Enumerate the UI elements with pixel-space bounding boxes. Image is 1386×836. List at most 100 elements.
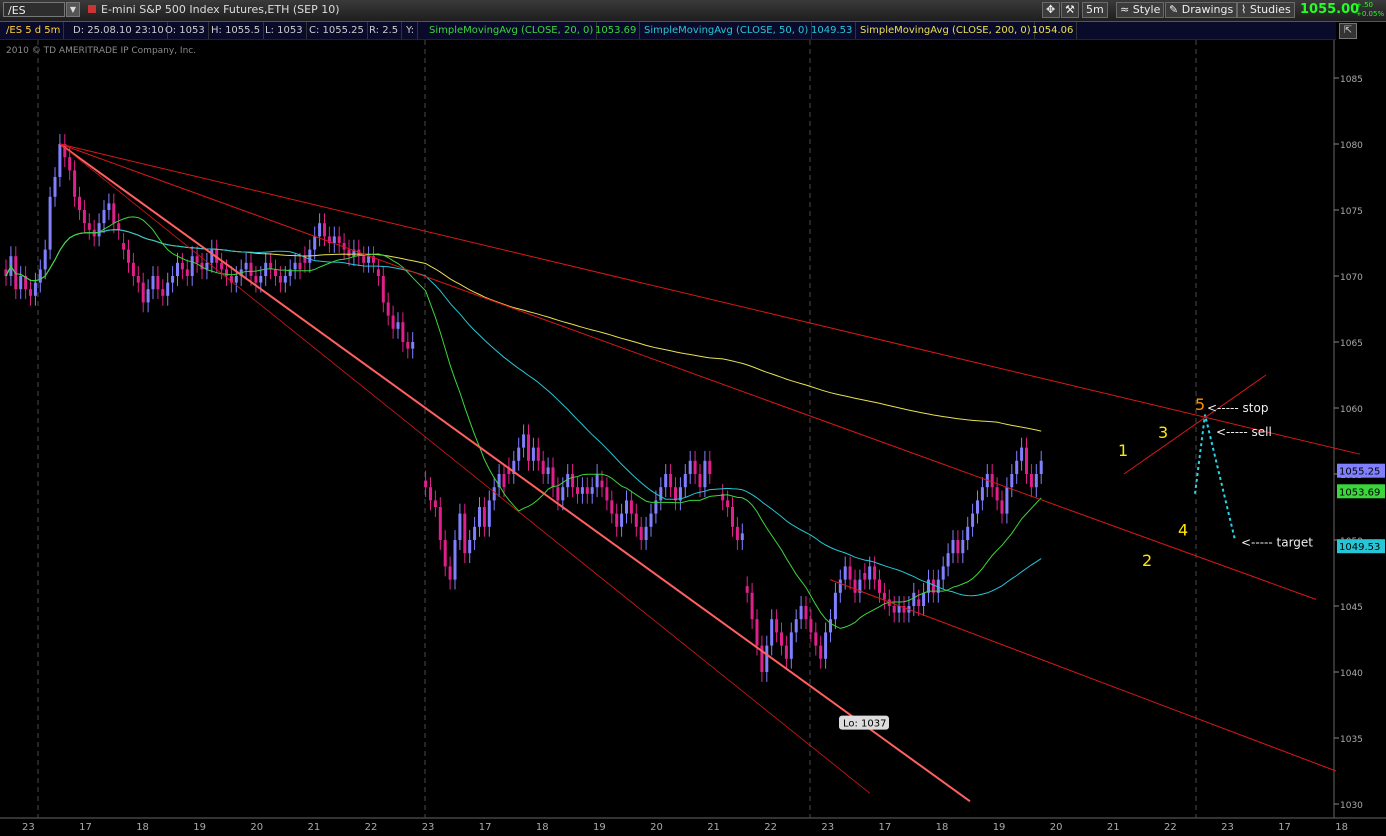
candle-body bbox=[863, 573, 867, 580]
candle-body bbox=[740, 533, 744, 540]
toolbar: /ES ▼ E-mini S&P 500 Index Futures,ETH (… bbox=[0, 0, 1386, 22]
candle-body bbox=[127, 249, 130, 263]
candle-body bbox=[868, 566, 872, 580]
candle-body bbox=[492, 487, 496, 501]
candle-body bbox=[487, 500, 491, 527]
candle-body bbox=[634, 513, 638, 527]
chart-settings-icon[interactable]: ⇱ bbox=[1339, 23, 1357, 39]
candle-body bbox=[809, 619, 813, 633]
candle-body bbox=[789, 632, 793, 659]
candle-body bbox=[829, 619, 832, 633]
candle-body bbox=[976, 500, 979, 514]
candle-body bbox=[367, 256, 371, 263]
candle-body bbox=[625, 500, 628, 514]
candle-body bbox=[1029, 474, 1033, 488]
candle-body bbox=[473, 526, 477, 540]
wave-label-3: 3 bbox=[1158, 423, 1168, 442]
bar-low: L: 1053 bbox=[262, 22, 307, 39]
style-button[interactable]: ≈ Style bbox=[1116, 2, 1165, 18]
style-label: Style bbox=[1132, 3, 1161, 16]
drawings-button[interactable]: ✎ Drawings bbox=[1165, 2, 1238, 18]
candle-body bbox=[254, 276, 258, 283]
drawings-label: Drawings bbox=[1181, 3, 1234, 16]
candle-body bbox=[433, 500, 437, 507]
candle-body bbox=[274, 269, 277, 276]
candle-body bbox=[536, 447, 540, 461]
candle-body bbox=[225, 269, 228, 276]
x-tick-label: 23 bbox=[821, 822, 834, 833]
candle-body bbox=[980, 487, 984, 501]
candle-body bbox=[117, 223, 121, 230]
candle-body bbox=[73, 170, 77, 197]
candle-body bbox=[775, 619, 779, 633]
y-tick-label: 1070 bbox=[1340, 273, 1363, 283]
x-tick-label: 18 bbox=[136, 822, 149, 833]
sma50-value: 1049.53 bbox=[808, 22, 857, 39]
wrench-tool-icon[interactable]: ⚒ bbox=[1061, 2, 1079, 18]
candle-body bbox=[669, 474, 673, 488]
candle-body bbox=[249, 262, 253, 276]
candle-body bbox=[780, 632, 783, 646]
style-icon: ≈ bbox=[1120, 3, 1130, 16]
candle-body bbox=[1039, 460, 1043, 474]
candle-body bbox=[517, 447, 521, 461]
instrument-title: E-mini S&P 500 Index Futures,ETH (SEP 10… bbox=[101, 3, 340, 16]
candle-body bbox=[176, 262, 179, 276]
candle-body bbox=[205, 262, 209, 270]
candle-body bbox=[482, 507, 486, 527]
candle-body bbox=[97, 223, 101, 237]
x-tick-label: 23 bbox=[22, 822, 35, 833]
candle-body bbox=[571, 474, 575, 488]
candle-body bbox=[755, 619, 759, 646]
candle-body bbox=[323, 223, 326, 237]
candle-body bbox=[136, 276, 140, 283]
y-tick-label: 1040 bbox=[1340, 669, 1363, 679]
bar-date: D: 25.08.10 23:10 bbox=[70, 22, 168, 39]
sma200-label[interactable]: SimpleMovingAvg (CLOSE, 200, 0) bbox=[857, 22, 1035, 39]
timeframe-button[interactable]: 5m bbox=[1082, 2, 1108, 18]
candle-body bbox=[87, 223, 91, 230]
x-tick-label: 18 bbox=[1335, 822, 1348, 833]
y-tick-label: 1065 bbox=[1340, 339, 1363, 349]
candle-body bbox=[922, 592, 926, 606]
candle-body bbox=[995, 487, 999, 501]
y-tick-label: 1075 bbox=[1340, 207, 1363, 217]
candle-body bbox=[146, 289, 150, 303]
candle-body bbox=[843, 566, 847, 580]
candle-body bbox=[605, 487, 609, 501]
price-chart[interactable]: 1085108010751070106510601055105010451040… bbox=[0, 40, 1386, 836]
candle-body bbox=[878, 579, 881, 593]
candle-body bbox=[639, 526, 643, 540]
bar-open: O: 1053 bbox=[162, 22, 209, 39]
candle-body bbox=[794, 619, 798, 633]
candle-body bbox=[644, 526, 648, 540]
x-tick-label: 19 bbox=[993, 822, 1006, 833]
studies-icon: ⌇ bbox=[1241, 3, 1247, 16]
candle-body bbox=[131, 262, 135, 276]
symbol-input[interactable]: /ES bbox=[3, 2, 65, 17]
candle-body bbox=[698, 474, 702, 488]
sma20-value: 1053.69 bbox=[592, 22, 641, 39]
candle-body bbox=[1034, 474, 1038, 488]
candle-body bbox=[590, 487, 594, 494]
sma50-label[interactable]: SimpleMovingAvg (CLOSE, 50, 0) bbox=[641, 22, 813, 39]
sma200-value: 1054.06 bbox=[1029, 22, 1078, 39]
studies-button[interactable]: ⌇ Studies bbox=[1237, 2, 1295, 18]
candle-body bbox=[620, 513, 624, 527]
sma20-label[interactable]: SimpleMovingAvg (CLOSE, 20, 0) bbox=[426, 22, 598, 39]
candle-body bbox=[190, 256, 194, 276]
crosshair-tool-icon[interactable]: ✥ bbox=[1042, 2, 1060, 18]
candle-body bbox=[765, 645, 769, 672]
candle-body bbox=[961, 540, 965, 554]
wave-label-2: 2 bbox=[1142, 551, 1152, 570]
candle-body bbox=[551, 467, 555, 488]
x-tick-label: 18 bbox=[936, 822, 949, 833]
candle-body bbox=[161, 289, 165, 296]
annotation-stop: <----- stop bbox=[1207, 401, 1268, 415]
candle-body bbox=[917, 599, 921, 606]
candle-body bbox=[347, 249, 351, 257]
x-tick-label: 22 bbox=[764, 822, 777, 833]
symbol-dropdown-button[interactable]: ▼ bbox=[66, 2, 80, 17]
candle-body bbox=[429, 487, 432, 501]
candle-body bbox=[141, 282, 145, 303]
